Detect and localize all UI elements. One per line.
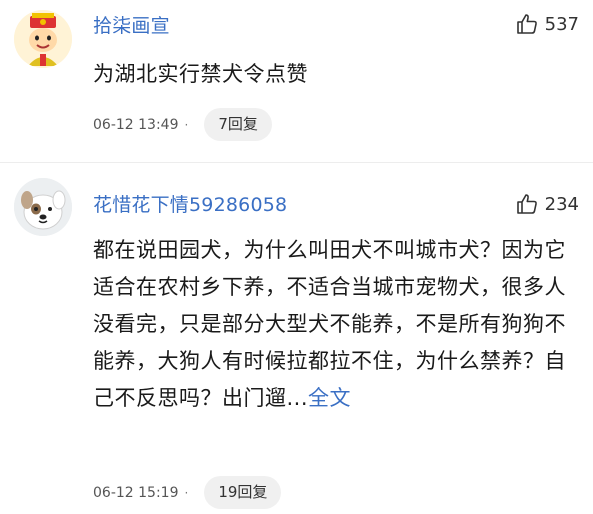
expand-full-text-link[interactable]: 全文 — [308, 386, 351, 410]
emperor-cartoon-avatar — [14, 10, 72, 68]
like-button[interactable]: 537 — [515, 12, 579, 36]
avatar[interactable] — [14, 178, 72, 236]
comment-text-content: 都在说田园犬，为什么叫田犬不叫城市犬？因为它适合在农村乡下养，不适合当城市宠物犬… — [93, 238, 566, 410]
timestamp: 06-12 15:19 — [93, 484, 179, 501]
avatar[interactable] — [14, 10, 72, 68]
comment-item: 花惜花下情59286058 234 都在说田园犬，为什么叫田犬不叫城市犬？因为它… — [0, 178, 593, 514]
like-count: 537 — [544, 13, 579, 35]
thumbs-up-icon — [516, 194, 537, 214]
separator-dot: · — [184, 117, 189, 132]
comment-text: 都在说田园犬，为什么叫田犬不叫城市犬？因为它适合在农村乡下养，不适合当城市宠物犬… — [93, 232, 578, 417]
separator-dot: · — [184, 485, 189, 500]
thumbs-up-icon — [516, 14, 537, 34]
reply-button[interactable]: 19回复 — [204, 476, 282, 509]
dog-cartoon-avatar — [14, 178, 72, 236]
username[interactable]: 拾柒画宣 — [93, 11, 170, 38]
like-button[interactable]: 234 — [515, 192, 579, 216]
like-count: 234 — [544, 193, 579, 215]
timestamp: 06-12 13:49 — [93, 116, 179, 133]
comment-meta: 06-12 13:49 · 7回复 — [93, 108, 272, 141]
username[interactable]: 花惜花下情59286058 — [93, 190, 287, 217]
comment-text: 为湖北实行禁犬令点赞 — [93, 62, 308, 86]
divider — [0, 162, 593, 163]
reply-button[interactable]: 7回复 — [204, 108, 272, 141]
comment-item: 拾柒画宣 537 为湖北实行禁犬令点赞 06-12 13:49 · 7回复 — [0, 0, 593, 160]
comment-meta: 06-12 15:19 · 19回复 — [93, 476, 282, 509]
